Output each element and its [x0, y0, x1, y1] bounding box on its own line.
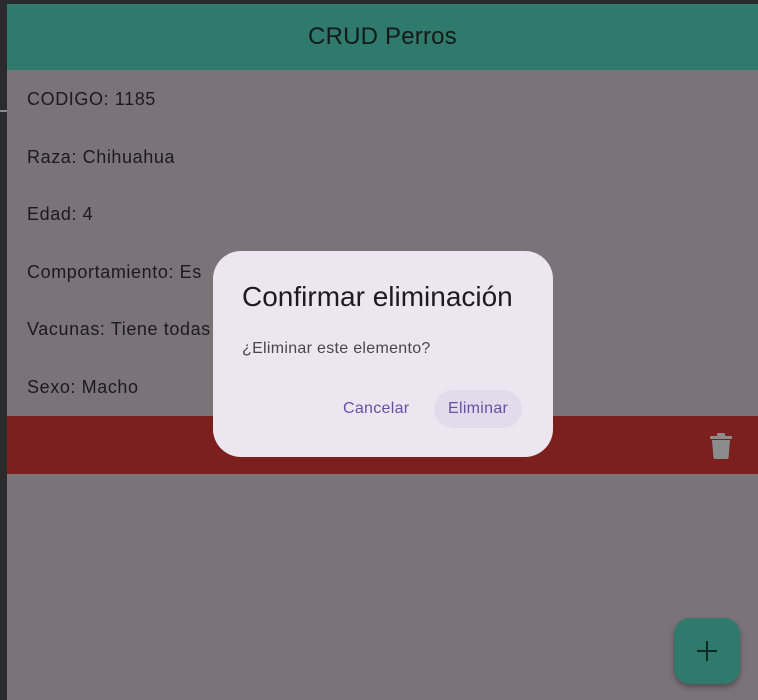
delete-button[interactable]: Eliminar	[434, 390, 523, 428]
plus-icon	[697, 641, 717, 661]
dialog-title: Confirmar eliminación	[242, 281, 513, 312]
field-sexo: Sexo: Macho	[27, 377, 139, 397]
divider	[0, 110, 7, 112]
cancel-button[interactable]: Cancelar	[329, 390, 423, 428]
field-raza: Raza: Chihuahua	[27, 147, 176, 167]
confirm-delete-dialog: Confirmar eliminación ¿Eliminar este ele…	[213, 251, 553, 457]
dialog-message: ¿Eliminar este elemento?	[242, 340, 431, 357]
app-bar: CRUD Perros	[7, 4, 758, 70]
field-edad: Edad: 4	[27, 204, 94, 224]
field-vacunas: Vacunas: Tiene todas	[27, 319, 211, 339]
add-button[interactable]	[674, 618, 740, 684]
page-title: CRUD Perros	[308, 23, 457, 50]
field-codigo: CODIGO: 1185	[27, 89, 156, 109]
field-comportamiento: Comportamiento: Es	[27, 262, 202, 282]
trash-icon	[710, 433, 732, 459]
